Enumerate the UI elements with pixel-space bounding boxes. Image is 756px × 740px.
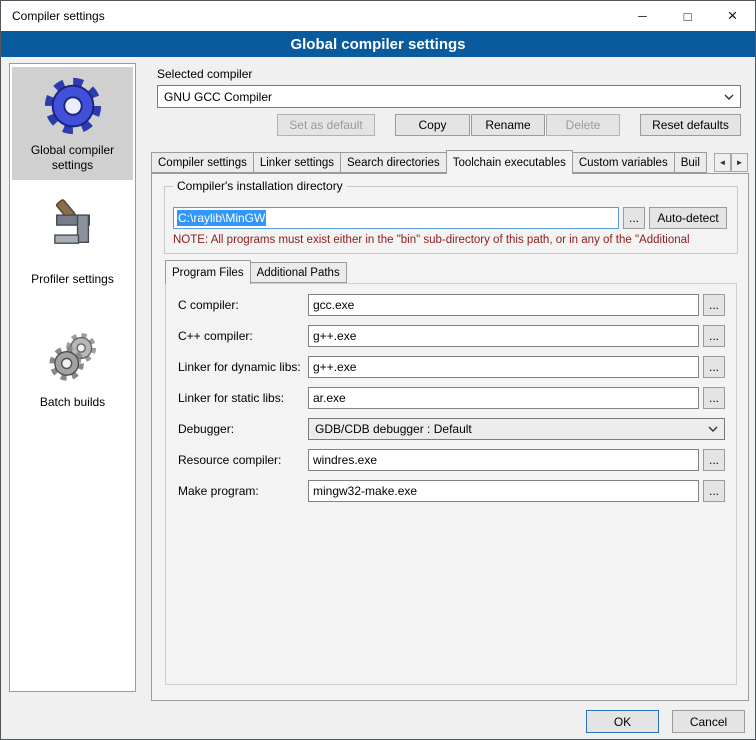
dialog-header: Global compiler settings bbox=[1, 31, 755, 57]
tab-custom-variables[interactable]: Custom variables bbox=[572, 152, 675, 173]
close-button[interactable]: × bbox=[710, 1, 755, 31]
subtab-strip: Program Files Additional Paths bbox=[165, 260, 347, 284]
sidebar: Global compiler settings Profiler settin… bbox=[9, 63, 136, 692]
dynamic-linker-input[interactable] bbox=[308, 356, 699, 378]
chevron-down-icon bbox=[718, 94, 734, 100]
profiler-icon bbox=[44, 196, 102, 256]
field-label: Linker for static libs: bbox=[178, 391, 308, 405]
delete-button: Delete bbox=[546, 114, 620, 136]
browse-button[interactable]: ... bbox=[703, 294, 725, 316]
field-label: Make program: bbox=[178, 484, 308, 498]
rename-button[interactable]: Rename bbox=[471, 114, 545, 136]
program-files-panel: C compiler: ... C++ compiler: ... Linker… bbox=[165, 283, 737, 685]
install-dir-browse-button[interactable]: ... bbox=[623, 207, 645, 229]
resource-compiler-input[interactable] bbox=[308, 449, 699, 471]
install-dir-input[interactable]: C:\raylib\MinGW bbox=[173, 207, 619, 229]
field-label: Resource compiler: bbox=[178, 453, 308, 467]
cancel-button[interactable]: Cancel bbox=[672, 710, 745, 733]
tab-linker-settings[interactable]: Linker settings bbox=[253, 152, 341, 173]
auto-detect-button[interactable]: Auto-detect bbox=[649, 207, 727, 229]
sidebar-item-global-compiler-settings[interactable]: Global compiler settings bbox=[12, 67, 133, 180]
ok-button[interactable]: OK bbox=[586, 710, 659, 733]
browse-button[interactable]: ... bbox=[703, 325, 725, 347]
static-linker-input[interactable] bbox=[308, 387, 699, 409]
window-title: Compiler settings bbox=[1, 9, 105, 23]
make-program-input[interactable] bbox=[308, 480, 699, 502]
tab-compiler-settings[interactable]: Compiler settings bbox=[151, 152, 254, 173]
debugger-select[interactable]: GDB/CDB debugger : Default bbox=[308, 418, 725, 440]
field-row-resource-compiler: Resource compiler: ... bbox=[178, 449, 728, 471]
tab-build-options[interactable]: Buil bbox=[674, 152, 707, 173]
arrow-right-icon: ► bbox=[736, 158, 744, 167]
tab-scroll-left-button[interactable]: ◄ bbox=[714, 153, 731, 172]
install-dir-row: C:\raylib\MinGW ... Auto-detect bbox=[173, 207, 727, 229]
sidebar-item-batch-builds[interactable]: Batch builds bbox=[12, 321, 133, 418]
tab-toolchain-executables[interactable]: Toolchain executables bbox=[446, 150, 573, 174]
field-row-dynamic-linker: Linker for dynamic libs: ... bbox=[178, 356, 728, 378]
field-row-c-compiler: C compiler: ... bbox=[178, 294, 728, 316]
tab-strip: Compiler settings Linker settings Search… bbox=[151, 150, 713, 174]
c-compiler-input[interactable] bbox=[308, 294, 699, 316]
chevron-down-icon bbox=[702, 426, 718, 432]
compiler-settings-window: Compiler settings ─ □ × Global compiler … bbox=[0, 0, 756, 740]
global-compiler-gear-icon bbox=[42, 75, 104, 137]
field-row-make-program: Make program: ... bbox=[178, 480, 728, 502]
field-label: C++ compiler: bbox=[178, 329, 308, 343]
field-label: Linker for dynamic libs: bbox=[178, 360, 308, 374]
field-label: C compiler: bbox=[178, 298, 308, 312]
titlebar: Compiler settings ─ □ × bbox=[1, 1, 755, 31]
field-row-cpp-compiler: C++ compiler: ... bbox=[178, 325, 728, 347]
browse-button[interactable]: ... bbox=[703, 480, 725, 502]
sidebar-item-label: Global compiler settings bbox=[14, 143, 131, 172]
tab-search-directories[interactable]: Search directories bbox=[340, 152, 447, 173]
subtab-program-files[interactable]: Program Files bbox=[165, 260, 251, 284]
sidebar-item-label: Batch builds bbox=[40, 395, 105, 410]
sidebar-item-profiler-settings[interactable]: Profiler settings bbox=[12, 192, 133, 291]
installation-directory-groupbox: Compiler's installation directory C:\ray… bbox=[164, 186, 738, 254]
browse-button[interactable]: ... bbox=[703, 387, 725, 409]
compiler-select-value: GNU GCC Compiler bbox=[164, 90, 272, 104]
debugger-select-value: GDB/CDB debugger : Default bbox=[315, 422, 472, 436]
maximize-button[interactable]: □ bbox=[665, 1, 710, 31]
minimize-icon: ─ bbox=[638, 9, 647, 23]
install-dir-value: C:\raylib\MinGW bbox=[177, 210, 266, 226]
sidebar-item-label: Profiler settings bbox=[31, 272, 114, 287]
field-row-static-linker: Linker for static libs: ... bbox=[178, 387, 728, 409]
minimize-button[interactable]: ─ bbox=[620, 1, 665, 31]
close-icon: × bbox=[728, 6, 738, 26]
arrow-left-icon: ◄ bbox=[719, 158, 727, 167]
browse-button[interactable]: ... bbox=[703, 356, 725, 378]
selected-compiler-label: Selected compiler bbox=[157, 67, 252, 81]
cpp-compiler-input[interactable] bbox=[308, 325, 699, 347]
field-label: Debugger: bbox=[178, 422, 308, 436]
compiler-select[interactable]: GNU GCC Compiler bbox=[157, 85, 741, 108]
note-text: NOTE: All programs must exist either in … bbox=[173, 234, 734, 246]
tab-scroll-right-button[interactable]: ► bbox=[731, 153, 748, 172]
field-row-debugger: Debugger: GDB/CDB debugger : Default bbox=[178, 418, 728, 440]
copy-button[interactable]: Copy bbox=[395, 114, 470, 136]
reset-defaults-button[interactable]: Reset defaults bbox=[640, 114, 741, 136]
caption-buttons: ─ □ × bbox=[620, 1, 755, 31]
maximize-icon: □ bbox=[684, 9, 692, 24]
toolchain-executables-panel: Compiler's installation directory C:\ray… bbox=[151, 173, 749, 701]
set-as-default-button: Set as default bbox=[277, 114, 375, 136]
installation-directory-label: Compiler's installation directory bbox=[173, 179, 347, 193]
batch-builds-icon bbox=[44, 329, 102, 387]
browse-button[interactable]: ... bbox=[703, 449, 725, 471]
subtab-additional-paths[interactable]: Additional Paths bbox=[250, 262, 347, 283]
